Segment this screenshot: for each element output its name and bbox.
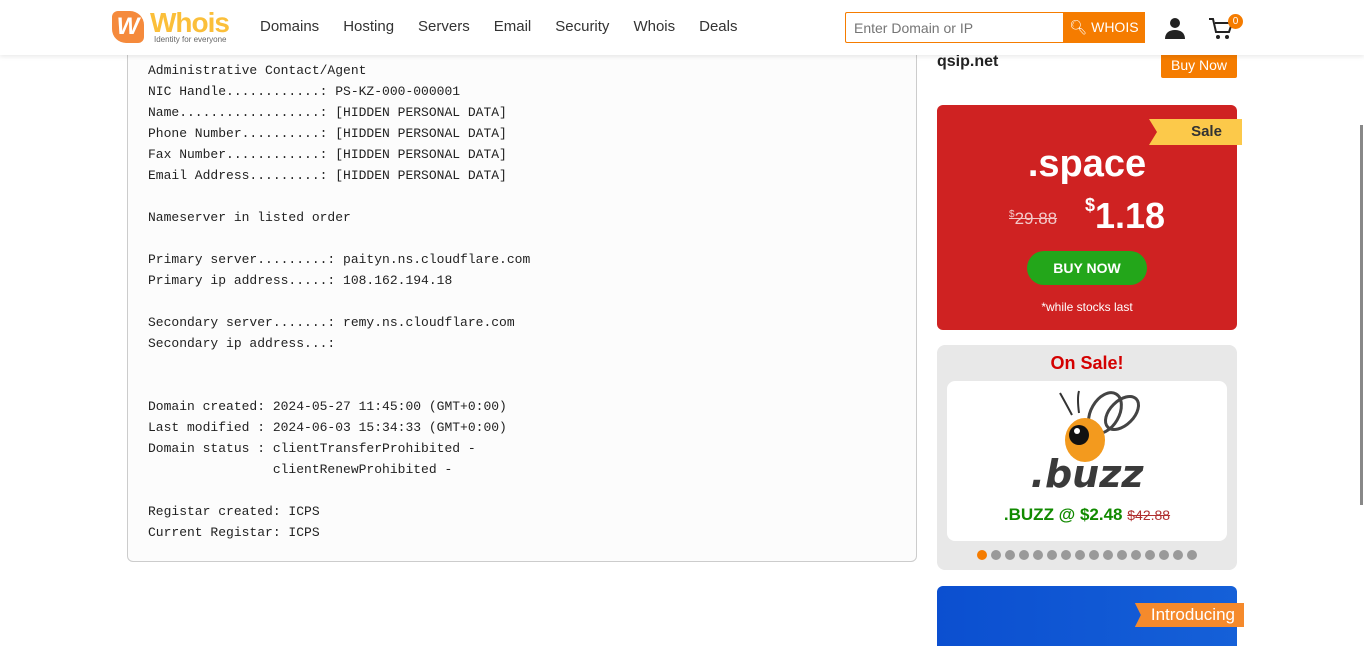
buy-now-button[interactable]: Buy Now xyxy=(1161,52,1237,78)
whois-search-button[interactable]: 🔍︎ WHOIS xyxy=(1063,12,1145,43)
record-line: Domain status : clientTransferProhibited… xyxy=(148,441,476,456)
buzz-old-price: $42.88 xyxy=(1127,507,1171,523)
search-button-label: WHOIS xyxy=(1091,19,1139,35)
record-line xyxy=(148,228,530,249)
whois-logo[interactable]: W Whois Identity for everyone xyxy=(112,7,237,45)
domain-search-input[interactable] xyxy=(845,12,1063,43)
record-line xyxy=(148,291,530,312)
record-line: Administrative Contact/Agent xyxy=(148,63,367,78)
buzz-logo-text: .buzz xyxy=(1031,452,1145,495)
carousel-dot[interactable] xyxy=(1033,550,1043,560)
whois-record-panel: Administrative Contact/Agent NIC Handle..… xyxy=(127,30,917,562)
record-line: Secondary server.......: remy.ns.cloudfl… xyxy=(148,315,515,330)
whois-record-text: Administrative Contact/Agent NIC Handle..… xyxy=(148,60,530,543)
promo-old-price: $29.88 xyxy=(1009,209,1057,229)
promo-new-price: $1.18 xyxy=(1085,195,1165,237)
nav-security[interactable]: Security xyxy=(555,18,609,35)
nav-domains[interactable]: Domains xyxy=(260,18,319,35)
record-line: Current Registar: ICPS xyxy=(148,525,320,540)
nav-deals[interactable]: Deals xyxy=(699,18,737,35)
search-icon: 🔍︎ xyxy=(1069,19,1088,35)
search-form: 🔍︎ WHOIS xyxy=(845,12,1145,43)
record-line: Secondary ip address...: xyxy=(148,336,336,351)
carousel-dot[interactable] xyxy=(1019,550,1029,560)
carousel-dot[interactable] xyxy=(1103,550,1113,560)
carousel-title: On Sale! xyxy=(1050,353,1124,373)
carousel-dot[interactable] xyxy=(1131,550,1141,560)
buzz-offer: .BUZZ @ $2.48 $42.88 xyxy=(947,505,1227,525)
buzz-offer-text: .BUZZ @ $2.48 xyxy=(1003,505,1123,524)
on-sale-carousel: On Sale! .buzz .BUZZ @ $2.48 $42.88 xyxy=(937,345,1237,570)
record-line: Phone Number..........: [HIDDEN PERSONAL… xyxy=(148,126,507,141)
record-line: Primary server.........: paityn.ns.cloud… xyxy=(148,252,531,267)
carousel-dot[interactable] xyxy=(1089,550,1099,560)
main-nav: Domains Hosting Servers Email Security W… xyxy=(260,18,761,35)
promo-buy-now-button[interactable]: BUY NOW xyxy=(1027,251,1147,285)
record-line xyxy=(148,186,530,207)
record-line: Registar created: ICPS xyxy=(148,504,320,519)
carousel-dot[interactable] xyxy=(991,550,1001,560)
promo-note: *while stocks last xyxy=(1041,300,1133,314)
record-line xyxy=(148,480,530,501)
currency: $ xyxy=(1085,195,1096,215)
carousel-dot[interactable] xyxy=(1187,550,1197,560)
carousel-dot[interactable] xyxy=(1117,550,1127,560)
logo-tagline: Identity for everyone xyxy=(154,35,227,44)
buzz-bee-logo-icon: .buzz xyxy=(1031,390,1145,495)
nav-hosting[interactable]: Hosting xyxy=(343,18,394,35)
record-line: NIC Handle............: PS-KZ-000-000001 xyxy=(148,84,461,99)
carousel-slide[interactable]: .buzz .BUZZ @ $2.48 $42.88 xyxy=(947,381,1227,541)
record-line: Email Address.........: [HIDDEN PERSONAL… xyxy=(148,168,507,183)
record-line: Name..................: [HIDDEN PERSONAL… xyxy=(148,105,507,120)
site-header: W Whois Identity for everyone Domains Ho… xyxy=(0,0,1364,55)
carousel-dot[interactable] xyxy=(1145,550,1155,560)
new-price-value: 1.18 xyxy=(1095,195,1166,236)
nav-servers[interactable]: Servers xyxy=(418,18,470,35)
queried-domain: qsip.net xyxy=(937,53,999,70)
record-line: clientRenewProhibited - xyxy=(148,462,453,477)
carousel-dots xyxy=(937,550,1237,560)
carousel-dot[interactable] xyxy=(1075,550,1085,560)
nav-whois[interactable]: Whois xyxy=(633,18,675,35)
record-line xyxy=(148,375,530,396)
carousel-dot[interactable] xyxy=(1173,550,1183,560)
promo-tld: .space xyxy=(1027,143,1147,185)
record-line: Last modified : 2024-06-03 15:34:33 (GMT… xyxy=(148,420,507,435)
carousel-dot[interactable] xyxy=(1159,550,1169,560)
sale-ribbon: Sale xyxy=(1149,119,1242,145)
introducing-ribbon: Introducing xyxy=(1134,603,1244,627)
carousel-dot[interactable] xyxy=(1005,550,1015,560)
cart-count-badge: 0 xyxy=(1228,14,1243,29)
old-price-value: 29.88 xyxy=(1014,209,1058,228)
record-line: Nameserver in listed order xyxy=(148,210,351,225)
record-line: Fax Number............: [HIDDEN PERSONAL… xyxy=(148,147,507,162)
record-line: Domain created: 2024-05-27 11:45:00 (GMT… xyxy=(148,399,507,414)
carousel-dot[interactable] xyxy=(977,550,987,560)
user-icon[interactable] xyxy=(1163,16,1187,40)
carousel-dot[interactable] xyxy=(1047,550,1057,560)
nav-email[interactable]: Email xyxy=(494,18,532,35)
logo-mark-icon: W xyxy=(112,11,144,43)
space-promo-banner[interactable]: Sale .space $29.88 $1.18 BUY NOW *while … xyxy=(937,105,1242,330)
scrollbar[interactable] xyxy=(1360,125,1363,505)
record-line xyxy=(148,354,530,375)
introducing-banner[interactable]: Introducing xyxy=(937,586,1244,646)
carousel-dot[interactable] xyxy=(1061,550,1071,560)
record-line: Primary ip address.....: 108.162.194.18 xyxy=(148,273,453,288)
